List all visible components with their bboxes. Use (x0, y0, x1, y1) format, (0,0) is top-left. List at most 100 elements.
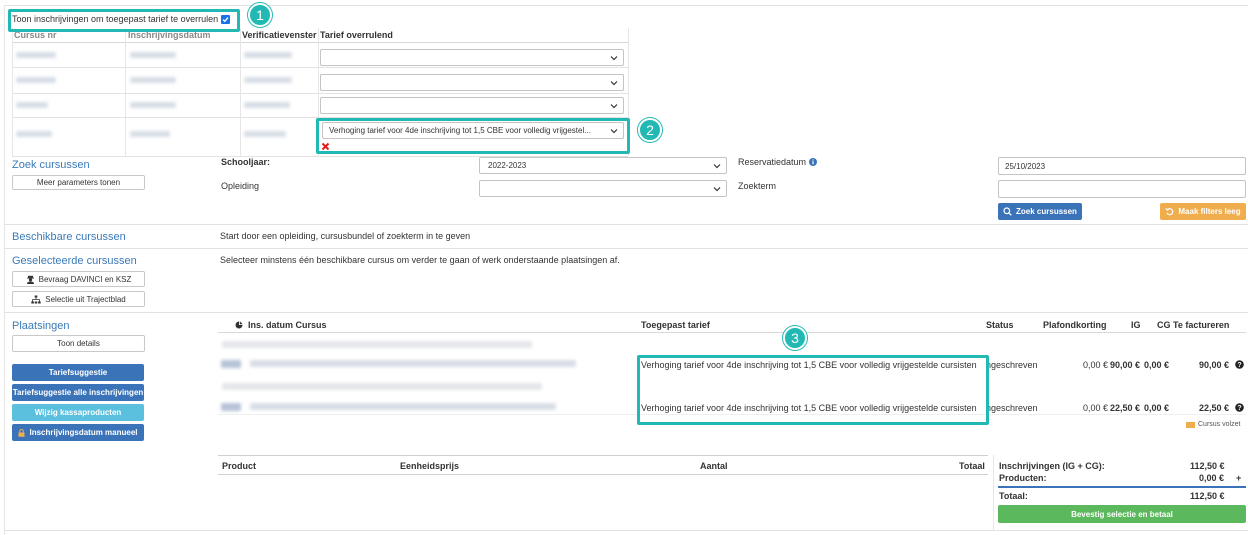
redacted-cell (16, 52, 56, 58)
col-line (12, 28, 13, 156)
info-icon[interactable] (809, 158, 818, 166)
reservatiedatum-label: Reservatiedatum (738, 157, 807, 167)
header-divider (218, 332, 1246, 333)
totals-divider (998, 486, 1246, 488)
row-te-factureren: 22,50 € (1199, 403, 1230, 413)
help-icon[interactable]: ? (1235, 403, 1244, 412)
reservatiedatum-label-row: Reservatiedatum (738, 157, 818, 167)
totals-totaal-label: Totaal: (999, 491, 1028, 501)
col-ig: IG (1131, 320, 1141, 330)
col-status: Status (986, 320, 1014, 330)
opleiding-select[interactable] (479, 180, 727, 197)
row-cg: 0,00 € (1144, 403, 1170, 413)
trajectblad-label: Selectie uit Trajectblad (45, 294, 126, 304)
legend-swatch (1186, 421, 1195, 428)
row-plafond: 0,00 € (1083, 360, 1109, 370)
schooljaar-select[interactable]: 2022-2023 (479, 157, 727, 174)
tariefsuggestie-button[interactable]: Tariefsuggestie (12, 364, 144, 381)
zoekterm-input[interactable] (998, 180, 1246, 198)
header-divider (12, 42, 628, 43)
reservatiedatum-value: 25/10/2023 (1005, 161, 1046, 171)
callout-box-3 (637, 355, 989, 425)
totals-inschrijvingen-value: 112,50 € (1190, 461, 1225, 471)
tariff-override-select[interactable] (320, 74, 624, 91)
reservatiedatum-input[interactable]: 25/10/2023 (998, 157, 1246, 175)
chevron-down-icon (610, 103, 618, 108)
davinci-ksz-label: Bevraag DAVINCI en KSZ (38, 274, 132, 284)
row-plafond: 0,00 € (1083, 403, 1109, 413)
col-cg: CG (1157, 320, 1171, 330)
totals-totaal-value: 112,50 € (1190, 491, 1225, 501)
col-tarief-overrulend: Tarief overrulend (320, 30, 393, 40)
schooljaar-value: 2022-2023 (488, 161, 527, 170)
tariefsuggestie-alle-button[interactable]: Tariefsuggestie alle inschrijvingen (12, 384, 144, 401)
callout-badge-3: 3 (783, 326, 807, 350)
col-ins-datum[interactable]: Ins. datum Cursus (248, 320, 327, 330)
callout-badge-1: 1 (248, 3, 272, 27)
redacted-cell (130, 52, 176, 58)
products-top-divider (218, 455, 988, 456)
col-plafondkorting: Plafondkorting (1043, 320, 1107, 330)
davinci-ksz-button[interactable]: Bevraag DAVINCI en KSZ (12, 271, 145, 287)
col-totaal: Totaal (959, 461, 985, 471)
inschrijvingsdatum-manueel-button[interactable]: Inschrijvingsdatum manueel (12, 424, 144, 441)
col-line (240, 28, 241, 156)
bottom-border (4, 530, 1248, 531)
row-status: ngeschreven (986, 403, 1038, 413)
chevron-down-icon (610, 55, 618, 60)
toon-details-button[interactable]: Toon details (12, 335, 145, 352)
redacted-course-name (250, 360, 576, 367)
redacted-course-group (222, 383, 542, 390)
redacted-cell (16, 102, 48, 108)
totals-plus-sign: + (1236, 473, 1242, 483)
tariff-override-select[interactable] (320, 49, 624, 66)
trajectblad-button[interactable]: Selectie uit Trajectblad (12, 291, 145, 307)
search-courses-button[interactable]: Zoek cursussen (998, 203, 1082, 220)
section-divider (4, 224, 1248, 225)
search-icon (1003, 207, 1012, 216)
section-title-available: Beschikbare cursussen (12, 231, 126, 243)
available-message: Start door een opleiding, cursusbundel o… (220, 231, 471, 241)
sitemap-icon (31, 295, 41, 303)
redacted-cell (16, 131, 52, 137)
col-eenheidsprijs: Eenheidsprijs (400, 461, 460, 471)
col-toegepast-tarief: Toegepast tarief (641, 320, 710, 330)
help-icon[interactable]: ? (1235, 360, 1244, 369)
lock-icon (18, 428, 25, 437)
row-ig: 22,50 € (1110, 403, 1141, 413)
selected-message: Selecteer minstens één beschikbare cursu… (220, 255, 620, 265)
sort-icon[interactable] (235, 321, 243, 329)
row-divider (12, 93, 628, 94)
redacted-cell (16, 77, 56, 83)
totals-producten-value: 0,00 € (1199, 473, 1225, 483)
confirm-and-pay-button[interactable]: Bevestig selectie en betaal (998, 505, 1246, 523)
totals-border (993, 455, 994, 531)
redacted-cell (244, 77, 292, 83)
callout-badge-2: 2 (638, 118, 662, 142)
chevron-down-icon (713, 163, 721, 168)
more-params-button[interactable]: Meer parameters tonen (12, 175, 145, 190)
col-line (125, 28, 126, 156)
callout-box-2 (316, 118, 630, 154)
user-secret-icon (26, 275, 34, 284)
search-courses-label: Zoek cursussen (1016, 207, 1077, 216)
chevron-down-icon (610, 80, 618, 85)
tariff-override-select[interactable] (320, 97, 624, 114)
col-verificatievenster: Verificatievenster (242, 30, 317, 40)
products-header-divider (218, 474, 988, 475)
wijzig-kassaproducten-button[interactable]: Wijzig kassaproducten (12, 404, 144, 421)
opleiding-label: Opleiding (221, 181, 260, 191)
redacted-cell (244, 102, 290, 108)
legend-volzet: Cursus volzet (1186, 421, 1240, 428)
redacted-cell (130, 131, 170, 137)
section-title-selected: Geselecteerde cursussen (12, 255, 137, 267)
redacted-course-name (250, 403, 556, 410)
clear-filters-button[interactable]: Maak filters leeg (1160, 203, 1246, 220)
legend-volzet-label: Cursus volzet (1198, 421, 1241, 428)
redacted-cell (244, 131, 286, 137)
redacted-cell (130, 77, 176, 83)
schooljaar-label: Schooljaar: (221, 157, 271, 167)
col-te-factureren: Te factureren (1173, 320, 1230, 330)
totals-producten-label: Producten: (999, 473, 1047, 483)
col-aantal: Aantal (700, 461, 728, 471)
